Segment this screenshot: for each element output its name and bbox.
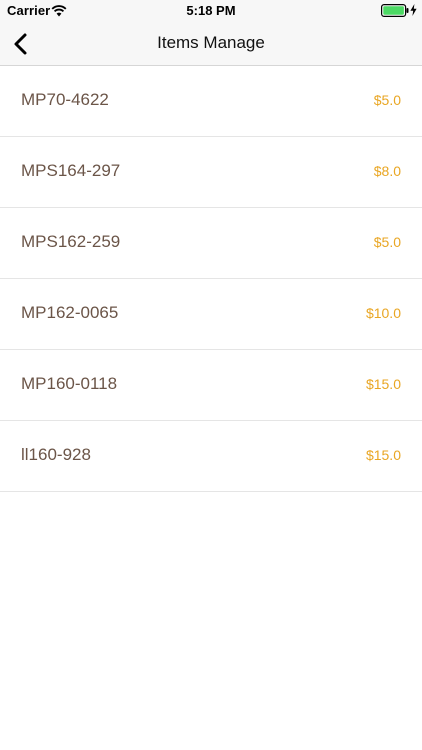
item-price: $15.0: [365, 376, 401, 392]
item-price: $5.0: [373, 92, 401, 108]
back-button[interactable]: [8, 28, 38, 60]
item-price: $8.0: [373, 163, 401, 179]
page-title: Items Manage: [157, 33, 265, 52]
item-name: MPS162-259: [21, 232, 121, 251]
status-time: 5:18 PM: [186, 3, 236, 18]
item-name: MPS164-297: [21, 161, 121, 180]
item-name: MP70-4622: [21, 90, 109, 109]
item-price: $10.0: [365, 305, 401, 321]
navigation-bar: Items Manage: [0, 22, 422, 66]
charging-icon: [410, 4, 417, 16]
list-item[interactable]: MP162-0065 $10.0: [0, 279, 422, 350]
items-list: MP70-4622 $5.0 MPS164-297 $8.0 MPS162-25…: [0, 66, 422, 492]
item-price: $5.0: [373, 234, 401, 250]
battery-icon: [381, 4, 409, 17]
status-bar: Carrier 5:18 PM: [0, 0, 422, 22]
item-name: ll160-928: [21, 445, 91, 464]
list-item[interactable]: MPS164-297 $8.0: [0, 137, 422, 208]
chevron-left-icon: [14, 33, 27, 55]
list-item[interactable]: ll160-928 $15.0: [0, 421, 422, 492]
item-price: $15.0: [365, 447, 401, 463]
list-item[interactable]: MPS162-259 $5.0: [0, 208, 422, 279]
item-name: MP162-0065: [21, 303, 119, 322]
list-item[interactable]: MP70-4622 $5.0: [0, 66, 422, 137]
item-name: MP160-0118: [21, 374, 118, 393]
list-item[interactable]: MP160-0118 $15.0: [0, 350, 422, 421]
